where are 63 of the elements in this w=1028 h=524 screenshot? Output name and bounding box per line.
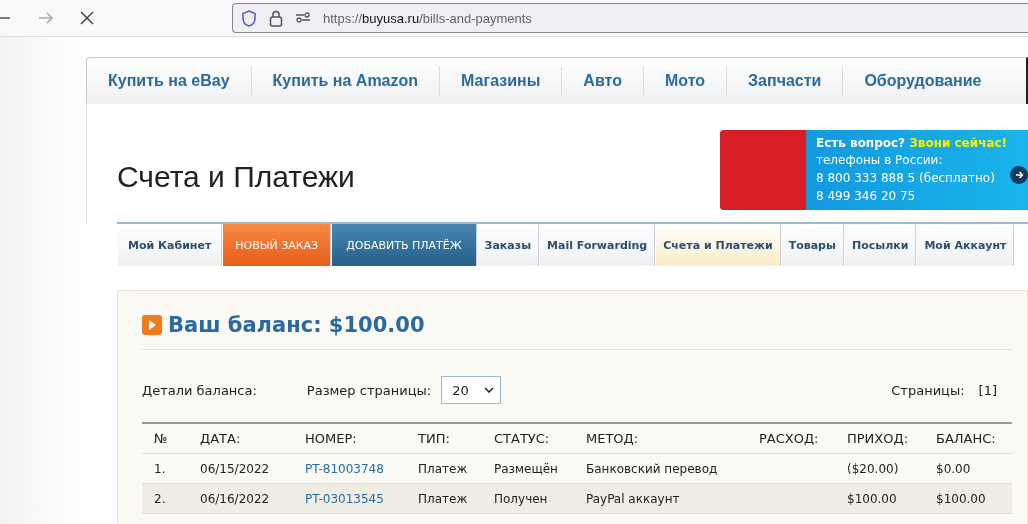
tab[interactable]: Счета и Платежи	[655, 224, 781, 266]
pages-label: Страницы:	[891, 382, 965, 398]
tab[interactable]: Мой Кабинет	[117, 224, 223, 266]
table-cell-text: Размещён	[494, 461, 559, 476]
address-bar[interactable]: https://buyusa.ru/bills-and-payments	[232, 3, 1028, 33]
top-nav-link[interactable]: Магазины	[440, 66, 563, 96]
shield-icon	[241, 9, 257, 27]
arrow-circle-icon[interactable]	[1010, 166, 1028, 184]
page-title: Счета и Платежи	[117, 160, 356, 194]
details-label: Детали баланса:	[142, 382, 257, 398]
top-nav-link[interactable]: Запчасти	[727, 66, 844, 96]
top-nav-link[interactable]: Купить на Amazon	[251, 66, 441, 96]
phone-number: 8 499 346 20 75	[816, 188, 917, 204]
payment-link[interactable]: PT-03013545	[305, 491, 418, 506]
phone-number: 8 800 333 888 5 (бесплатно)	[816, 170, 996, 186]
tab[interactable]: Товары	[780, 224, 844, 266]
column-header: ДАТА:	[200, 431, 242, 446]
lock-icon	[269, 9, 283, 27]
balance-title: Ваш баланс: $100.00	[168, 313, 425, 337]
page-size-label: Размер страницы:	[306, 382, 432, 398]
table-cell-text: 06/16/2022	[200, 491, 271, 506]
top-nav-link[interactable]: Авто	[562, 66, 644, 96]
table-cell-text: $100.00	[936, 491, 987, 506]
close-icon[interactable]	[80, 11, 94, 25]
table-cell-text: Платеж	[418, 461, 469, 476]
table-cell-text: Получен	[494, 491, 549, 506]
tab[interactable]: ДОБАВИТЬ ПЛАТЁЖ	[331, 224, 477, 266]
page-link[interactable]: [1]	[978, 382, 997, 398]
table-cell-text: Банковский перевод	[586, 461, 719, 476]
tab[interactable]: НОВЫЙ ЗАКАЗ	[222, 224, 332, 266]
support-banner[interactable]: Есть вопрос? Звони сейчас! телефоны в России: 8 800 333 888 5 (бесплатно) 8 499 346 20 75	[720, 130, 1028, 210]
table-cell-text: 06/15/2022	[200, 461, 271, 476]
page-size-select[interactable]: 20	[441, 376, 502, 404]
table-cell-text: $100.00	[847, 491, 898, 506]
tab[interactable]: Mail Forwarding	[539, 224, 656, 266]
table-cell-text: 1.	[154, 461, 167, 476]
banner-question: Есть вопрос?	[816, 136, 906, 150]
table-cell-text: PayPal аккаунт	[586, 491, 681, 506]
column-header: №	[154, 431, 169, 446]
sliders-icon	[295, 12, 311, 24]
column-header: ТИП:	[418, 431, 451, 446]
tab[interactable]: Мой Аккаунт	[916, 224, 1015, 266]
url-text: https://buyusa.ru/bills-and-payments	[323, 10, 532, 26]
table-cell-text: $0.00	[936, 461, 972, 476]
column-header: ПРИХОД:	[847, 431, 909, 446]
table-cell-text: 2.	[154, 491, 167, 506]
banner-subtitle: телефоны в России:	[816, 152, 944, 168]
caret-icon	[484, 387, 495, 393]
column-header: МЕТОД:	[586, 431, 640, 446]
column-header: СТАТУС:	[494, 431, 551, 446]
column-header: НОМЕР:	[305, 431, 358, 446]
payment-link[interactable]: PT-81003748	[305, 461, 418, 476]
tab[interactable]: Посылки	[843, 224, 917, 266]
play-icon	[142, 315, 162, 335]
top-nav-link[interactable]: Оборудование	[843, 66, 1003, 96]
table-cell-text: Платеж	[418, 491, 469, 506]
banner-call-text: Звони сейчас!	[909, 136, 1008, 150]
top-nav-link[interactable]: Мото	[643, 66, 728, 96]
column-header: БАЛАНС:	[936, 431, 997, 446]
column-header: РАСХОД:	[759, 431, 820, 446]
table-cell-text: ($20.00)	[847, 461, 900, 476]
tab[interactable]: Заказы	[476, 224, 540, 266]
top-nav-link[interactable]: Купить на eBay	[87, 66, 252, 96]
